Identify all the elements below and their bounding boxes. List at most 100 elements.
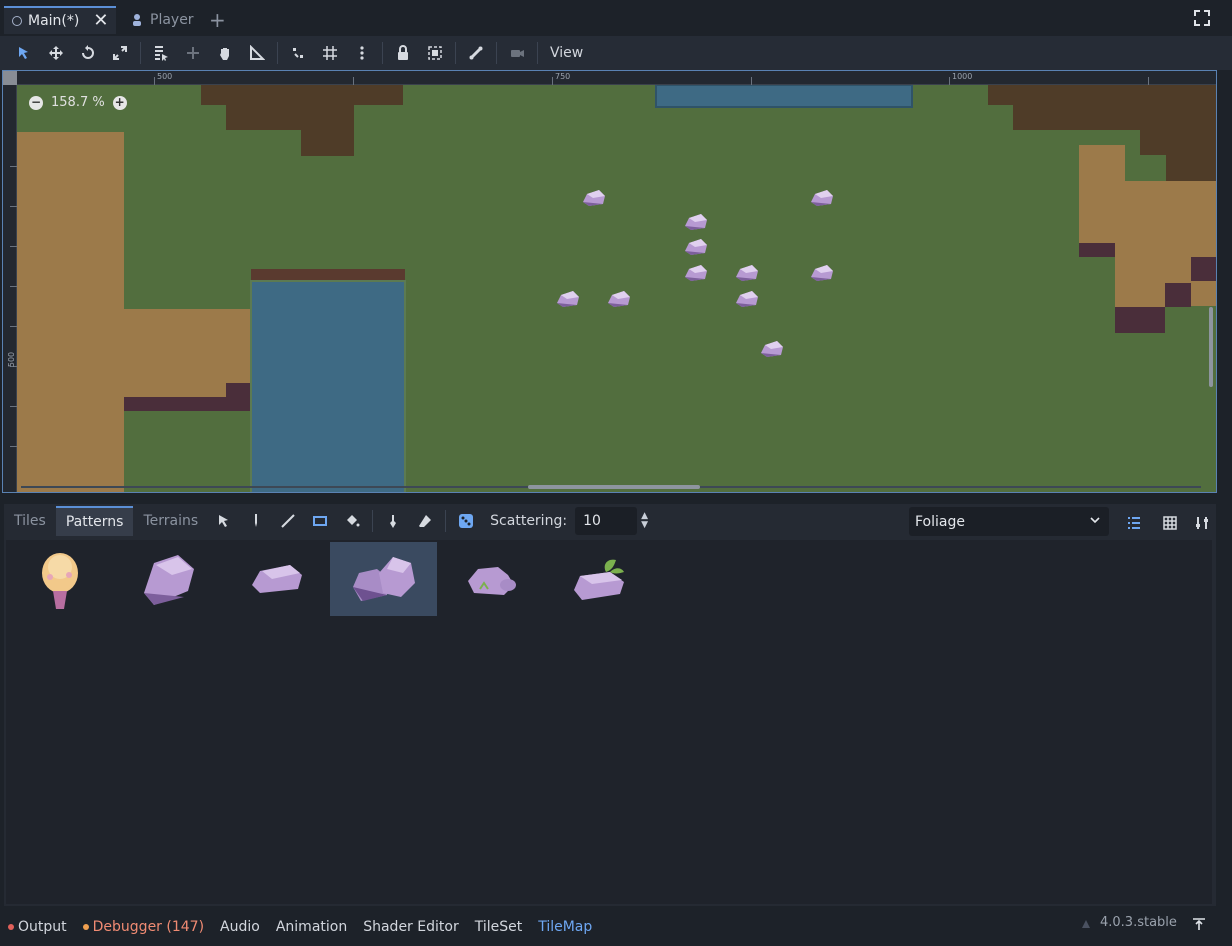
rock-tile bbox=[555, 289, 581, 313]
select-tool-button[interactable] bbox=[211, 508, 237, 534]
tilemap-button[interactable]: TileMap bbox=[538, 919, 592, 935]
bottom-panel-bar: Output Debugger (147) Audio Animation Sh… bbox=[0, 908, 1232, 946]
select-tool-icon bbox=[219, 515, 229, 527]
scene-tab-label: Main(*) bbox=[28, 13, 80, 29]
canvas-toolbar: View bbox=[0, 36, 1232, 70]
audio-button[interactable]: Audio bbox=[220, 919, 260, 935]
pattern-big-rock[interactable] bbox=[114, 542, 221, 616]
pivot-icon bbox=[187, 47, 199, 59]
group-icon bbox=[428, 46, 442, 60]
toggle-grid-button[interactable] bbox=[1157, 510, 1183, 536]
camera-override-button[interactable] bbox=[504, 40, 530, 66]
grid-icon bbox=[1163, 516, 1177, 530]
lock-button[interactable] bbox=[390, 40, 416, 66]
line-icon bbox=[281, 514, 295, 528]
rock-tile bbox=[683, 263, 709, 287]
version-label[interactable]: 4.0.3.stable bbox=[1100, 915, 1177, 930]
bucket-tool-button[interactable] bbox=[339, 508, 365, 534]
scattering-input[interactable] bbox=[575, 507, 638, 535]
error-dot-icon bbox=[8, 924, 14, 930]
pattern-tree[interactable] bbox=[6, 542, 113, 616]
vertical-ruler: 500 bbox=[3, 71, 17, 492]
snap-options-button[interactable] bbox=[349, 40, 375, 66]
add-scene-tab-icon[interactable]: + bbox=[209, 8, 226, 32]
expand-panel-icon[interactable] bbox=[1192, 917, 1206, 931]
patterns-list bbox=[6, 540, 1212, 904]
tab-terrains[interactable]: Terrains bbox=[133, 506, 208, 536]
rock-tile bbox=[734, 263, 760, 287]
skeleton-button[interactable] bbox=[463, 40, 489, 66]
group-button[interactable] bbox=[422, 40, 448, 66]
ruler-label: 750 bbox=[555, 72, 571, 81]
toolbar-separator bbox=[445, 510, 447, 532]
grid-snap-icon bbox=[323, 46, 337, 60]
eraser-button[interactable] bbox=[412, 508, 438, 534]
move-mode-button[interactable] bbox=[43, 40, 69, 66]
close-tab-icon[interactable]: ✕ bbox=[93, 12, 108, 30]
flat-rock-icon bbox=[251, 565, 302, 593]
horizontal-scrollbar[interactable] bbox=[528, 485, 700, 489]
bucket-icon bbox=[347, 515, 360, 527]
grid-snap-button[interactable] bbox=[317, 40, 343, 66]
zoom-in-button[interactable]: + bbox=[112, 95, 127, 110]
line-tool-button[interactable] bbox=[275, 508, 301, 534]
camera-override-icon bbox=[511, 50, 524, 57]
zoom-level[interactable]: 158.7 % bbox=[51, 95, 105, 110]
godot-version-icon bbox=[1082, 920, 1090, 928]
list-select-icon bbox=[155, 46, 168, 61]
scale-mode-button[interactable] bbox=[107, 40, 133, 66]
scattering-spinner[interactable]: ▲ ▼ bbox=[641, 512, 651, 530]
shader-editor-button[interactable]: Shader Editor bbox=[363, 919, 458, 935]
paint-tool-button[interactable] bbox=[243, 508, 269, 534]
smart-snap-button[interactable] bbox=[285, 40, 311, 66]
more-options-icon bbox=[360, 46, 364, 60]
ruler-button[interactable] bbox=[244, 40, 270, 66]
ruler-icon bbox=[250, 45, 265, 60]
pattern-flat-rock[interactable] bbox=[222, 542, 329, 616]
select-mode-icon bbox=[19, 47, 28, 59]
pan-button[interactable] bbox=[212, 40, 238, 66]
debugger-button[interactable]: Debugger (147) bbox=[82, 919, 204, 935]
horizontal-ruler: 500 750 1000 bbox=[3, 71, 1216, 85]
rotate-mode-icon bbox=[82, 45, 94, 59]
ruler-label: 1000 bbox=[952, 72, 973, 81]
output-button[interactable]: Output bbox=[8, 919, 67, 935]
toolbar-separator bbox=[372, 510, 374, 532]
tileset-button[interactable]: TileSet bbox=[475, 919, 523, 935]
fullscreen-icon[interactable] bbox=[1194, 10, 1210, 26]
character-icon bbox=[133, 14, 141, 26]
view-menu-button[interactable]: View bbox=[542, 45, 591, 61]
pencil-icon bbox=[255, 514, 258, 527]
tab-tiles[interactable]: Tiles bbox=[4, 506, 56, 536]
pattern-rock-cluster[interactable] bbox=[330, 542, 437, 616]
zoom-controls: − 158.7 % + bbox=[29, 95, 127, 110]
scene-tab-main[interactable]: Main(*) ✕ bbox=[4, 6, 117, 34]
highlight-layer-button[interactable] bbox=[1121, 510, 1147, 536]
animation-button[interactable]: Animation bbox=[276, 919, 347, 935]
rock-tile bbox=[581, 188, 607, 212]
scene-tab-player[interactable]: Player bbox=[122, 6, 202, 34]
tree-icon bbox=[41, 553, 78, 609]
ruler-corner bbox=[3, 71, 17, 85]
list-select-button[interactable] bbox=[148, 40, 174, 66]
rotate-mode-button[interactable] bbox=[75, 40, 101, 66]
pivot-button[interactable] bbox=[180, 40, 206, 66]
canvas-viewport[interactable]: 500 750 1000 500 − 158.7 % + bbox=[2, 70, 1217, 493]
tools-icon bbox=[1196, 517, 1208, 529]
random-tile-button[interactable] bbox=[453, 508, 479, 534]
chevron-down-icon bbox=[1090, 517, 1100, 524]
rect-tool-button[interactable] bbox=[307, 508, 333, 534]
pattern-leafy-rock[interactable] bbox=[546, 542, 653, 616]
select-mode-button[interactable] bbox=[11, 40, 37, 66]
layer-select[interactable]: Foliage bbox=[909, 507, 1109, 536]
scattering-label: Scattering: bbox=[490, 513, 568, 529]
advanced-tools-button[interactable] bbox=[1189, 510, 1215, 536]
picker-button[interactable] bbox=[380, 508, 406, 534]
rock-tile bbox=[734, 289, 760, 313]
bone-icon bbox=[469, 46, 483, 60]
toolbar-separator bbox=[382, 42, 383, 64]
zoom-out-button[interactable]: − bbox=[29, 95, 43, 110]
vertical-scrollbar[interactable] bbox=[1209, 307, 1213, 387]
tab-patterns[interactable]: Patterns bbox=[55, 506, 134, 536]
pattern-mossy-rock[interactable] bbox=[438, 542, 545, 616]
